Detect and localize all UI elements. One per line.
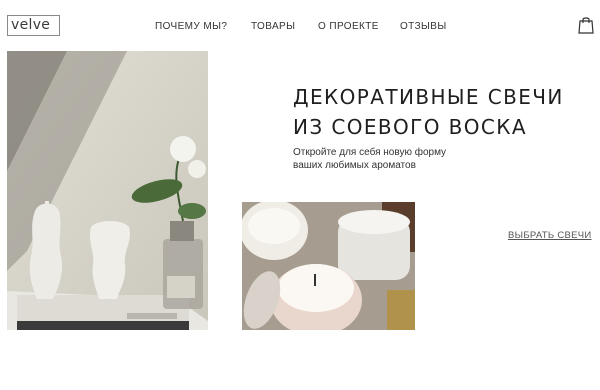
shopping-bag-icon[interactable] — [576, 15, 596, 35]
nav-item-why-us[interactable]: ПОЧЕМУ МЫ? — [155, 19, 227, 35]
hero-title: ДЕКОРАТИВНЫЕ СВЕЧИ ИЗ СОЕВОГО ВОСКА — [293, 82, 593, 142]
nav-item-products[interactable]: ТОВАРЫ — [251, 19, 295, 35]
hero-subtitle-line-1: Откройте для себя новую форму — [293, 147, 447, 158]
nav-item-reviews[interactable]: ОТЗЫВЫ — [400, 19, 447, 35]
choose-candles-link[interactable]: ВЫБРАТЬ СВЕЧИ — [508, 229, 592, 243]
product-photo-candle-jars — [242, 202, 415, 330]
hero-title-line-2: ИЗ СОЕВОГО ВОСКА — [293, 115, 527, 139]
hero-subtitle: Откройте для себя новую форму ваших люби… — [293, 146, 513, 172]
hero-title-line-1: ДЕКОРАТИВНЫЕ СВЕЧИ — [293, 85, 564, 109]
hero-photo-candles-figures — [7, 51, 208, 330]
hero-subtitle-line-2: ваших любимых ароматов — [293, 160, 416, 171]
main-nav: ПОЧЕМУ МЫ? ТОВАРЫ О ПРОЕКТЕ ОТЗЫВЫ — [0, 19, 600, 35]
nav-item-about[interactable]: О ПРОЕКТЕ — [318, 19, 379, 35]
